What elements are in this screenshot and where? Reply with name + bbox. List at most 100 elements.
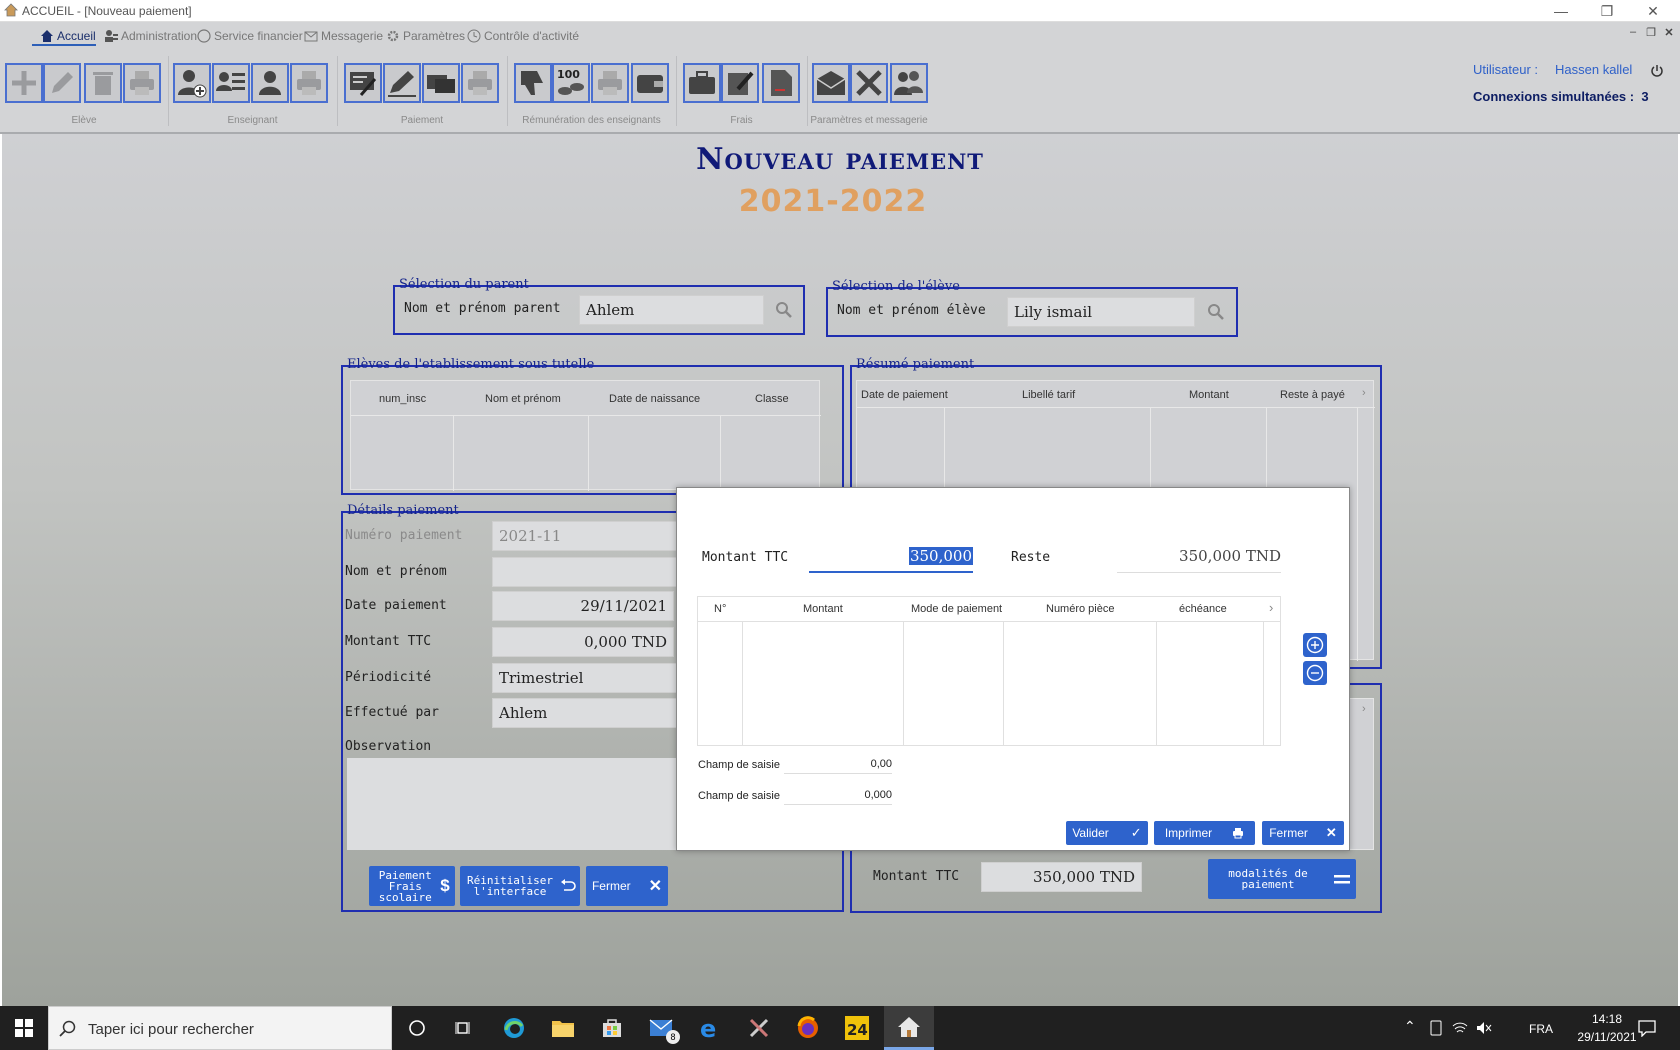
frais-briefcase-button[interactable] bbox=[683, 63, 721, 103]
column-header[interactable]: échéance bbox=[1179, 603, 1227, 615]
imprimer-button[interactable]: Imprimer bbox=[1154, 821, 1255, 845]
valider-button[interactable]: Valider ✓ bbox=[1066, 821, 1148, 845]
tray-time[interactable]: 14:18 bbox=[1578, 1012, 1636, 1026]
column-header[interactable]: Reste à payé bbox=[1280, 389, 1345, 401]
menu-service-financier[interactable]: Service financier bbox=[197, 29, 303, 43]
modalites-button[interactable]: modalités de paiement bbox=[1208, 859, 1356, 899]
menu-controle-activite[interactable]: Contrôle d'activité bbox=[467, 29, 579, 43]
taskbar-active-app[interactable] bbox=[884, 1006, 934, 1050]
wallet-button[interactable] bbox=[631, 63, 669, 103]
remuneration-coins-button[interactable]: 100 bbox=[552, 63, 590, 103]
effectue-par-field[interactable]: Ahlem bbox=[492, 698, 682, 728]
parametres-tools-button[interactable] bbox=[850, 63, 888, 103]
nom-prenom-field[interactable] bbox=[492, 557, 682, 587]
column-header[interactable]: Mode de paiement bbox=[911, 603, 1002, 615]
minimize-button[interactable]: — bbox=[1538, 0, 1584, 22]
periodicite-field[interactable]: Trimestriel bbox=[492, 663, 682, 693]
messagerie-button[interactable] bbox=[812, 63, 850, 103]
column-header[interactable]: Montant bbox=[1189, 389, 1229, 401]
taskbar-firefox[interactable] bbox=[793, 1014, 823, 1042]
parent-name-field[interactable]: Ahlem bbox=[579, 295, 764, 325]
scroll-right-icon[interactable]: › bbox=[1362, 703, 1366, 715]
tray-network-icon[interactable] bbox=[1452, 1020, 1468, 1036]
close-window-button[interactable]: ✕ bbox=[1630, 0, 1676, 22]
edit-paiement-button[interactable] bbox=[383, 63, 421, 103]
taskbar-mail[interactable]: 8 bbox=[646, 1014, 680, 1044]
menu-administration[interactable]: Administration bbox=[104, 29, 197, 43]
column-header[interactable]: Date de naissance bbox=[609, 393, 700, 405]
mdi-close-button[interactable]: ✕ bbox=[1662, 26, 1676, 40]
column-header[interactable]: Date de paiement bbox=[861, 389, 948, 401]
scroll-right-icon[interactable]: › bbox=[1362, 387, 1366, 399]
power-icon[interactable] bbox=[1650, 64, 1664, 78]
champ1-input[interactable]: 0,00 bbox=[784, 754, 892, 774]
remuneration-dislike-button[interactable] bbox=[514, 63, 552, 103]
add-enseignant-button[interactable] bbox=[173, 63, 211, 103]
print-eleve-button[interactable] bbox=[123, 63, 161, 103]
add-eleve-button[interactable] bbox=[5, 63, 43, 103]
dialog-modalites-table[interactable]: N° Montant Mode de paiement Numéro pièce… bbox=[697, 596, 1281, 746]
menu-messagerie[interactable]: Messagerie bbox=[304, 29, 383, 43]
frais-edit-button[interactable] bbox=[721, 63, 759, 103]
taskbar-ie[interactable]: e bbox=[695, 1014, 725, 1042]
page-year: 2021-2022 bbox=[738, 184, 928, 219]
new-paiement-button[interactable] bbox=[344, 63, 382, 103]
task-view-button[interactable] bbox=[449, 1014, 479, 1042]
eleve-search-button[interactable] bbox=[1201, 297, 1231, 327]
users-key-button[interactable] bbox=[890, 63, 928, 103]
column-header[interactable]: Numéro pièce bbox=[1046, 603, 1114, 615]
print-remuneration-button[interactable] bbox=[591, 63, 629, 103]
observation-textarea[interactable] bbox=[347, 758, 682, 850]
column-header[interactable]: Montant bbox=[803, 603, 843, 615]
mdi-restore-button[interactable]: ❐ bbox=[1644, 26, 1658, 40]
column-header[interactable]: Nom et prénom bbox=[485, 393, 561, 405]
delete-eleve-button[interactable] bbox=[84, 63, 122, 103]
tray-language[interactable]: FRA bbox=[1529, 1022, 1553, 1036]
column-header[interactable]: num_insc bbox=[379, 393, 426, 405]
menu-parametres[interactable]: Paramètres bbox=[386, 29, 465, 43]
print-paiement-button[interactable] bbox=[461, 63, 499, 103]
taskbar-tools[interactable] bbox=[744, 1014, 774, 1042]
right-montant-label: Montant TTC bbox=[873, 869, 960, 884]
windows-icon bbox=[15, 1019, 33, 1037]
taskbar-store[interactable] bbox=[597, 1014, 627, 1042]
restore-button[interactable]: ❐ bbox=[1584, 0, 1630, 22]
print-enseignant-button[interactable] bbox=[290, 63, 328, 103]
scroll-right-icon[interactable]: › bbox=[1269, 600, 1273, 615]
dialog-montant-input[interactable]: 350,000 bbox=[809, 543, 973, 573]
paiement-frais-button[interactable]: Paiement Frais scolaire $ bbox=[369, 866, 455, 906]
fermer-details-button[interactable]: Fermer ✕ bbox=[586, 866, 668, 906]
taskbar-explorer[interactable] bbox=[548, 1014, 578, 1042]
edit-eleve-button[interactable] bbox=[43, 63, 81, 103]
tray-volume-muted-icon[interactable] bbox=[1476, 1020, 1492, 1036]
right-montant-field[interactable]: 350,000 TND bbox=[981, 862, 1142, 892]
column-header[interactable]: Libellé tarif bbox=[1022, 389, 1075, 401]
cortana-button[interactable] bbox=[402, 1014, 432, 1042]
date-paiement-field[interactable]: 29/11/2021 bbox=[492, 591, 674, 621]
champ2-input[interactable]: 0,000 bbox=[784, 785, 892, 805]
montant-ttc-field[interactable]: 0,000 TND bbox=[492, 627, 674, 657]
add-row-button[interactable] bbox=[1303, 633, 1327, 657]
edit-enseignant-button[interactable] bbox=[212, 63, 250, 103]
tray-chevron-icon[interactable]: ⌃ bbox=[1404, 1018, 1416, 1035]
column-header[interactable]: N° bbox=[714, 603, 726, 615]
dialog-fermer-button[interactable]: Fermer ✕ bbox=[1262, 821, 1344, 845]
start-button[interactable] bbox=[9, 1014, 39, 1042]
frais-doc-button[interactable] bbox=[762, 63, 800, 103]
parent-search-button[interactable] bbox=[769, 295, 799, 325]
notifications-icon[interactable] bbox=[1638, 1019, 1656, 1037]
remove-row-button[interactable] bbox=[1303, 661, 1327, 685]
menu-accueil[interactable]: Accueil bbox=[40, 29, 96, 43]
paiement-cards-button[interactable] bbox=[422, 63, 460, 103]
view-enseignant-button[interactable] bbox=[251, 63, 289, 103]
tray-device-icon[interactable] bbox=[1428, 1020, 1444, 1036]
group-label-paiement: Paiement bbox=[400, 115, 444, 126]
reinitialiser-button[interactable]: Réinitialiser l'interface bbox=[460, 866, 580, 906]
eleve-name-field[interactable]: Lily ismail bbox=[1007, 297, 1195, 327]
taskbar-24-app[interactable]: 24 bbox=[842, 1014, 872, 1042]
mdi-minimize-button[interactable]: – bbox=[1626, 26, 1640, 40]
eleves-table[interactable]: num_insc Nom et prénom Date de naissance… bbox=[350, 380, 821, 491]
modalites-dialog: Montant TTC 350,000 Reste 350,000 TND N°… bbox=[676, 487, 1350, 851]
column-header[interactable]: Classe bbox=[755, 393, 789, 405]
taskbar-edge[interactable] bbox=[499, 1014, 529, 1042]
